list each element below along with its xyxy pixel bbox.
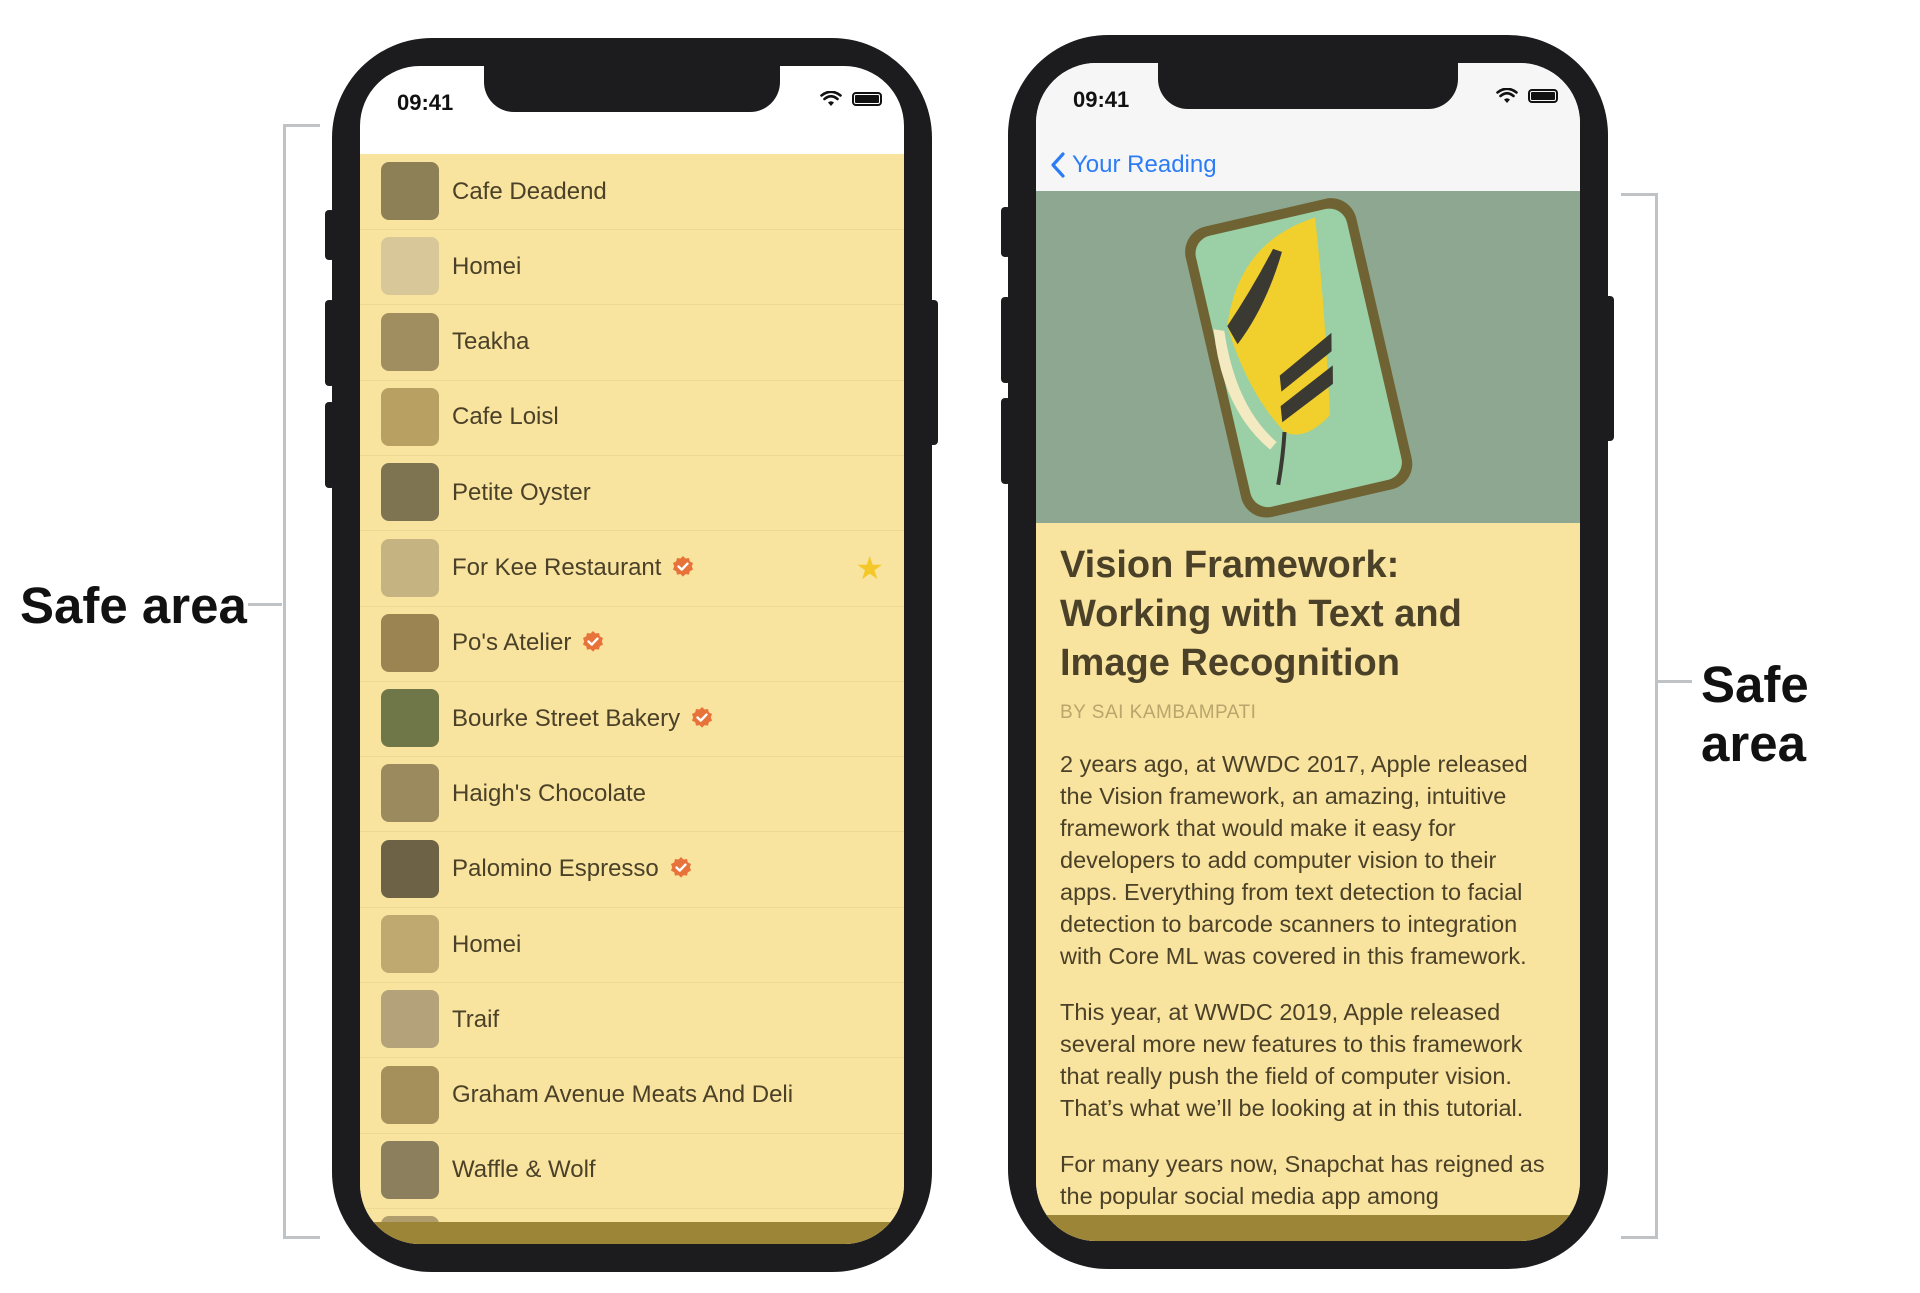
list-item[interactable]: Homei	[360, 229, 904, 306]
article-byline: BY SAI KAMBAMPATI	[1060, 702, 1257, 723]
restaurant-thumbnail	[381, 162, 439, 220]
notch	[1158, 63, 1458, 109]
restaurant-name-text: Teakha	[452, 328, 530, 356]
restaurant-name: Petite Oyster	[452, 479, 591, 507]
restaurant-thumbnail	[381, 839, 439, 898]
restaurant-thumbnail	[381, 689, 439, 748]
list-item[interactable]: Cafe Loisl	[360, 380, 904, 456]
list-item[interactable]: Petite Oyster	[360, 455, 904, 532]
status-icons	[820, 91, 882, 107]
restaurant-thumbnail	[381, 915, 439, 973]
back-button[interactable]: Your Reading	[1050, 151, 1217, 179]
article-paragraph: This year, at WWDC 2019, Apple released …	[1060, 999, 1524, 1121]
status-time: 09:41	[397, 90, 454, 115]
restaurant-name: Po's Atelier	[452, 629, 605, 657]
restaurant-name-text: Cafe Deadend	[452, 177, 607, 205]
restaurant-name-text: Graham Avenue Meats And Deli	[452, 1081, 794, 1109]
restaurant-name: Teakha	[452, 328, 529, 356]
verified-badge-icon	[583, 631, 604, 652]
list-item[interactable]: Traif	[360, 982, 904, 1059]
restaurant-name-text: For Kee Restaurant	[452, 554, 662, 581]
favorite-star-icon[interactable]: ★	[855, 549, 884, 587]
restaurant-thumbnail	[381, 237, 439, 296]
restaurant-thumbnail	[381, 613, 439, 672]
wifi-icon	[820, 91, 842, 106]
restaurant-name-text: Palomino Espresso	[452, 855, 659, 883]
right-bracket	[1655, 193, 1658, 1239]
left-phone-screen: 09:41 Cafe Deadend Homei Teakha Cafe Loisl P…	[360, 66, 904, 1244]
restaurant-name: Cafe Deadend	[452, 178, 607, 206]
restaurant-name-text: Haigh's Chocolate	[452, 779, 647, 807]
article-paragraph: 2 years ago, at WWDC 2017, Apple release…	[1060, 751, 1528, 969]
left-safe-area-label: Safe area	[20, 577, 247, 634]
restaurant-name: Waffle & Wolf	[452, 1156, 596, 1184]
battery-icon	[852, 92, 882, 106]
phone-with-feather-illustration	[1036, 191, 1580, 523]
restaurant-name-text: Waffle & Wolf	[452, 1156, 596, 1184]
wifi-icon	[1496, 88, 1518, 103]
home-indicator-area	[1036, 1215, 1580, 1241]
list-item[interactable]: Po's Atelier	[360, 606, 904, 682]
restaurant-thumbnail	[381, 764, 439, 823]
restaurant-name-text: Homei	[452, 252, 522, 280]
article-hero-image	[1036, 191, 1580, 523]
battery-icon	[1528, 89, 1558, 103]
restaurant-thumbnail	[381, 990, 439, 1049]
list-item[interactable]: Cafe Deadend	[360, 154, 904, 230]
left-bracket-bottom	[283, 1236, 320, 1239]
verified-badge-icon	[670, 857, 691, 878]
right-phone-screen: 09:41 Your Reading Vision Framework: Wor…	[1036, 63, 1580, 1241]
restaurant-name: Homei	[452, 931, 521, 959]
list-item[interactable]: Haigh's Chocolate	[360, 756, 904, 833]
right-label-connector	[1657, 680, 1692, 683]
left-phone: 09:41 Cafe Deadend Homei Teakha Cafe Loisl P…	[332, 38, 932, 1272]
restaurant-name-text: Bourke Street Bakery	[452, 704, 681, 732]
restaurant-name: Cafe Loisl	[452, 403, 559, 431]
back-button-label: Your Reading	[1072, 151, 1217, 178]
verified-badge-icon	[692, 706, 713, 728]
restaurant-name-text: Cafe Loisl	[452, 403, 559, 431]
restaurant-name: Traif	[452, 1006, 499, 1034]
right-phone: 09:41 Your Reading Vision Framework: Wor…	[1008, 35, 1608, 1269]
restaurant-name-text: Petite Oyster	[452, 478, 591, 506]
restaurant-list[interactable]: Cafe Deadend Homei Teakha Cafe Loisl Petite …	[360, 154, 904, 1244]
status-time: 09:41	[1073, 87, 1130, 112]
right-bracket-bottom	[1621, 1236, 1658, 1239]
list-item[interactable]: For Kee Restaurant ★	[360, 531, 904, 607]
restaurant-name-text: Traif	[452, 1005, 500, 1033]
restaurant-thumbnail	[381, 463, 439, 522]
restaurant-name: Homei	[452, 253, 521, 281]
restaurant-name-text: Homei	[452, 930, 522, 958]
restaurant-name: Haigh's Chocolate	[452, 780, 646, 808]
restaurant-name: Bourke Street Bakery	[452, 705, 714, 733]
verified-badge-icon	[673, 556, 694, 577]
left-label-connector	[248, 603, 282, 606]
list-item[interactable]: Bourke Street Bakery	[360, 681, 904, 758]
status-icons	[1496, 88, 1558, 104]
restaurant-name: For Kee Restaurant	[452, 554, 695, 582]
restaurant-thumbnail	[381, 1140, 439, 1199]
list-item[interactable]: Homei	[360, 907, 904, 983]
right-safe-area-label: Safe area	[1701, 656, 1809, 772]
list-item[interactable]: Waffle & Wolf	[360, 1133, 904, 1209]
list-item[interactable]: Palomino Espresso	[360, 832, 904, 908]
restaurant-name: Palomino Espresso	[452, 855, 693, 883]
restaurant-thumbnail	[381, 312, 439, 371]
article-paragraph: For many years now, Snapchat has reigned…	[1060, 1151, 1545, 1209]
restaurant-name: Graham Avenue Meats And Deli	[452, 1081, 793, 1109]
restaurant-thumbnail	[381, 538, 439, 597]
home-indicator-area	[360, 1222, 904, 1244]
article-title: Vision Framework: Working with Text and …	[1060, 544, 1462, 684]
restaurant-thumbnail	[381, 387, 439, 446]
restaurant-thumbnail	[381, 1065, 439, 1124]
article-body[interactable]: Vision Framework: Working with Text and …	[1036, 523, 1580, 1241]
list-item[interactable]: Graham Avenue Meats And Deli	[360, 1058, 904, 1134]
chevron-left-icon	[1051, 152, 1065, 178]
right-bracket-top	[1621, 193, 1658, 196]
notch	[484, 66, 780, 112]
list-item[interactable]: Teakha	[360, 305, 904, 381]
left-bracket	[283, 124, 286, 1239]
restaurant-name-text: Po's Atelier	[452, 629, 572, 657]
left-bracket-top	[283, 124, 320, 127]
